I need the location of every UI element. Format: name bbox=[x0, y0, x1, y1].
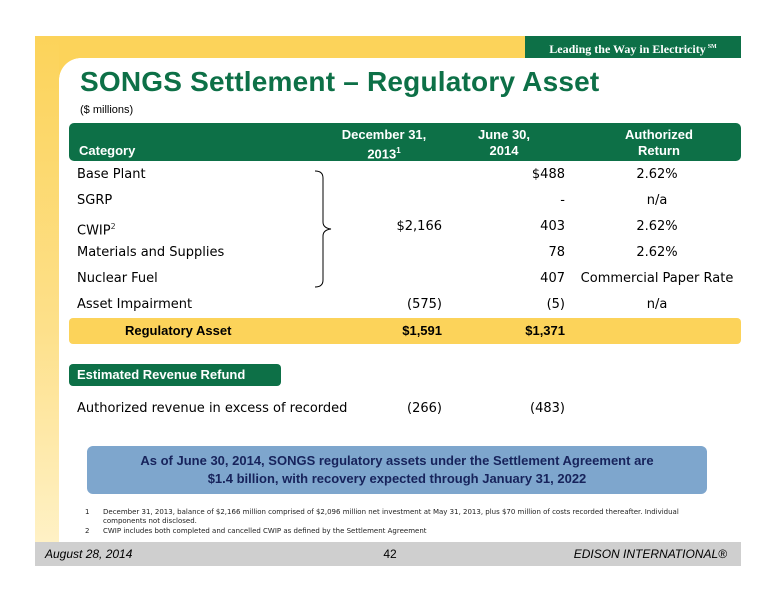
table-row: Asset Impairment (575) (5) n/a bbox=[77, 295, 737, 315]
row-authorized-return: 2.62% bbox=[636, 245, 678, 260]
row-authorized-return: 2.62% bbox=[636, 167, 678, 182]
table-row: SGRP - n/a bbox=[77, 191, 737, 211]
grouping-bracket bbox=[314, 170, 332, 288]
table-row: Materials and Supplies 78 2.62% bbox=[77, 243, 737, 263]
company-brand: EDISON INTERNATIONAL® bbox=[573, 547, 727, 561]
column-header-authorized-return: Authorized Return bbox=[579, 127, 739, 159]
row-december-value: (575) bbox=[407, 297, 442, 312]
row-label: Nuclear Fuel bbox=[77, 271, 158, 286]
summary-callout: As of June 30, 2014, SONGS regulatory as… bbox=[87, 446, 707, 494]
row-june-value: 78 bbox=[548, 245, 565, 260]
accent-corner bbox=[59, 58, 81, 80]
table-row: Base Plant $488 2.62% bbox=[77, 165, 737, 185]
tagline-text: Leading the Way in Electricity bbox=[549, 42, 706, 56]
footer-date: August 28, 2014 bbox=[45, 547, 133, 561]
column-header-june-line1: June 30, bbox=[477, 127, 531, 142]
regulatory-asset-total-row: Regulatory Asset $1,591 $1,371 bbox=[69, 318, 741, 344]
left-accent-band bbox=[35, 36, 59, 566]
row-authorized-return: n/a bbox=[646, 297, 668, 312]
footnote-text: December 31, 2013, balance of $2,166 mil… bbox=[103, 508, 679, 525]
row-december-value: $2,166 bbox=[396, 219, 443, 234]
footnote-ref-1: 1 bbox=[396, 146, 401, 155]
column-header-category: Category bbox=[79, 143, 136, 158]
row-authorized-return: Commercial Paper Rate bbox=[580, 271, 734, 286]
total-label: Regulatory Asset bbox=[125, 323, 232, 338]
estimated-revenue-refund-heading: Estimated Revenue Refund bbox=[69, 364, 281, 386]
footnote-ref-2: 2 bbox=[110, 222, 116, 231]
callout-line-1: As of June 30, 2014, SONGS regulatory as… bbox=[140, 453, 654, 468]
refund-row-label: Authorized revenue in excess of recorded bbox=[77, 401, 348, 416]
row-authorized-return: n/a bbox=[646, 193, 668, 208]
slide: Leading the Way in Electricity SM SONGS S… bbox=[35, 36, 741, 566]
footnote-text: CWIP includes both completed and cancell… bbox=[103, 527, 427, 535]
column-header-december-line2: 20131 bbox=[309, 143, 459, 162]
table-row: CWIP2 $2,166 403 2.62% bbox=[77, 217, 737, 238]
row-june-value: - bbox=[560, 193, 565, 208]
refund-june-value: (483) bbox=[530, 401, 565, 416]
footer-bar: August 28, 2014 42 EDISON INTERNATIONAL® bbox=[35, 542, 741, 566]
footnote: 1 December 31, 2013, balance of $2,166 m… bbox=[85, 508, 705, 526]
total-december-value: $1,591 bbox=[402, 323, 442, 338]
row-label: SGRP bbox=[77, 193, 113, 208]
row-june-value: $488 bbox=[531, 167, 565, 182]
column-header-december-line1: December 31, bbox=[341, 127, 427, 142]
row-label-text: CWIP bbox=[77, 223, 111, 239]
column-header-june: June 30, 2014 bbox=[449, 127, 559, 159]
column-header-authorized-line2: Return bbox=[638, 143, 680, 158]
row-june-value: 407 bbox=[540, 271, 565, 286]
table-row: Nuclear Fuel 407 Commercial Paper Rate bbox=[77, 269, 737, 289]
row-june-value: (5) bbox=[546, 297, 565, 312]
tagline-banner: Leading the Way in Electricity SM bbox=[525, 36, 741, 58]
column-header-authorized-line1: Authorized bbox=[625, 127, 693, 142]
row-label: CWIP2 bbox=[77, 217, 116, 241]
footnote-number: 2 bbox=[85, 527, 90, 535]
refund-december-value: (266) bbox=[407, 401, 442, 416]
row-label: Asset Impairment bbox=[77, 297, 193, 312]
row-june-value: 403 bbox=[540, 219, 565, 234]
column-header-june-line2: 2014 bbox=[489, 143, 519, 158]
units-subtitle: ($ millions) bbox=[80, 104, 134, 116]
footnotes: 1 December 31, 2013, balance of $2,166 m… bbox=[85, 508, 705, 537]
callout-line-2: $1.4 billion, with recovery expected thr… bbox=[207, 471, 587, 486]
page-number: 42 bbox=[383, 547, 397, 561]
service-mark: SM bbox=[707, 44, 717, 50]
refund-row: Authorized revenue in excess of recorded… bbox=[77, 399, 737, 419]
row-label: Materials and Supplies bbox=[77, 245, 225, 260]
footnote-number: 1 bbox=[85, 508, 90, 516]
column-header-december: December 31, 20131 bbox=[309, 127, 459, 162]
footnote: 2 CWIP includes both completed and cance… bbox=[85, 527, 705, 536]
row-label: Base Plant bbox=[77, 167, 146, 182]
row-authorized-return: 2.62% bbox=[636, 219, 678, 234]
page-title: SONGS Settlement – Regulatory Asset bbox=[80, 66, 600, 97]
column-header-december-year: 2013 bbox=[367, 146, 397, 162]
table-header: Category December 31, 20131 June 30, 201… bbox=[69, 123, 741, 161]
total-june-value: $1,371 bbox=[525, 323, 565, 338]
